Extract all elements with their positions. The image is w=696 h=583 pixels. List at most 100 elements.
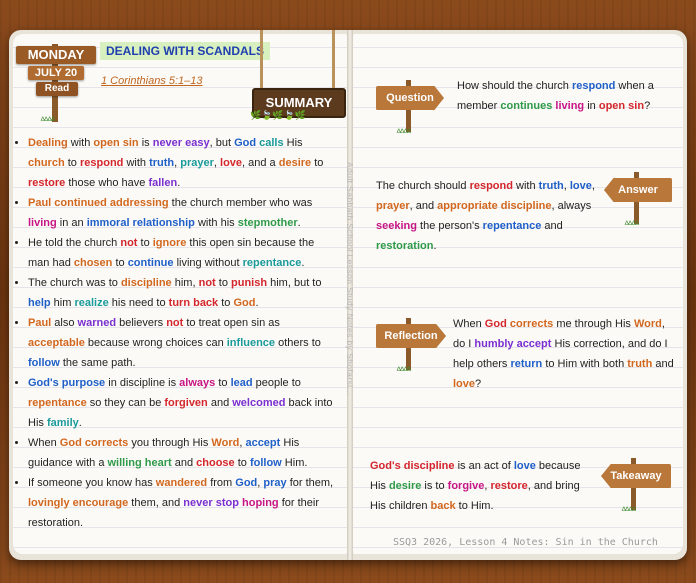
text-run: How should the church xyxy=(457,80,572,92)
text-run: the same path. xyxy=(59,357,136,369)
scripture-reference[interactable]: 1 Corinthians 5:1–13 xyxy=(101,75,203,87)
question-label: Question xyxy=(376,86,444,110)
text-run: The church was to xyxy=(28,277,121,289)
text-run: to Him. xyxy=(455,500,494,512)
highlighted-word: God corrects xyxy=(59,437,129,449)
text-run: for them, xyxy=(286,477,334,489)
highlighted-word: corrects xyxy=(509,318,554,330)
highlighted-word: Word xyxy=(211,437,240,449)
highlighted-word: Dealing xyxy=(28,137,68,149)
highlighted-word: restoration xyxy=(376,240,434,252)
highlighted-word: repentance xyxy=(482,220,542,232)
text-run: . xyxy=(255,297,259,309)
text-run: them, and xyxy=(128,497,184,509)
text-run: believers xyxy=(116,317,167,329)
highlighted-word: open sin xyxy=(598,100,645,112)
highlighted-word: forgive xyxy=(447,480,485,492)
highlighted-word: calls xyxy=(259,137,284,149)
vertical-credit: Adult Sabbath School Lesson Study Notes … xyxy=(345,162,355,396)
day-label: MONDAY xyxy=(16,46,96,64)
highlighted-word: welcomed xyxy=(232,397,286,409)
read-label: Read xyxy=(36,82,78,96)
highlighted-word: truth xyxy=(538,180,564,192)
highlighted-word: appropriate discipline xyxy=(437,200,552,212)
text-run: to xyxy=(112,257,128,269)
text-run: living without xyxy=(173,257,243,269)
highlighted-word: continued addressing xyxy=(54,197,169,209)
summary-sign: SUMMARY 🌿🍃🌿🍃🌿 xyxy=(250,30,346,130)
text-run: with xyxy=(67,137,94,149)
takeaway-sign: Takeaway ᐞᐞᐞᐞ xyxy=(601,458,673,518)
highlighted-word: not xyxy=(166,317,184,329)
highlighted-word: living xyxy=(28,217,57,229)
text-run: because wrong choices can xyxy=(84,337,227,349)
text-run: his need to xyxy=(108,297,169,309)
highlighted-word: warned xyxy=(77,317,117,329)
highlighted-word: prayer xyxy=(376,200,410,212)
answer-label: Answer xyxy=(604,178,672,202)
reflection-sign: Reflection ᐞᐞᐞᐞ xyxy=(376,318,448,378)
highlighted-word: never easy xyxy=(152,137,210,149)
reflection-text: When God corrects me through His Word, d… xyxy=(453,314,675,394)
text-run: from xyxy=(207,477,236,489)
highlighted-word: forgiven xyxy=(164,397,208,409)
text-run: him, but to xyxy=(267,277,322,289)
summary-bullet: God's purpose in discipline is always to… xyxy=(28,373,336,433)
text-run: , xyxy=(591,180,595,192)
rope-right xyxy=(332,30,335,90)
highlighted-word: back xyxy=(430,500,456,512)
text-run: is an act of xyxy=(454,460,514,472)
bullet-list: Dealing with open sin is never easy, but… xyxy=(18,133,336,533)
highlighted-word: realize xyxy=(74,297,109,309)
highlighted-word: ignore xyxy=(152,237,187,249)
grass-icon: ᐞᐞᐞᐞ xyxy=(624,220,640,231)
text-run: If someone you know has xyxy=(28,477,156,489)
text-run: . xyxy=(177,177,181,189)
highlighted-word: restore xyxy=(28,177,66,189)
text-run: with xyxy=(512,180,539,192)
highlighted-word: repentance xyxy=(242,257,302,269)
highlighted-word: desire xyxy=(388,480,422,492)
takeaway-label: Takeaway xyxy=(601,464,671,488)
highlighted-word: accept xyxy=(245,437,281,449)
highlighted-word: seeking xyxy=(376,220,417,232)
summary-bullet: The church was to discipline him, not to… xyxy=(28,273,336,313)
highlighted-word: return xyxy=(510,358,543,370)
highlighted-word: always xyxy=(179,377,216,389)
highlighted-word: Word xyxy=(633,318,662,330)
highlighted-word: living xyxy=(555,100,585,112)
answer-sign: Answer ᐞᐞᐞᐞ xyxy=(604,172,676,232)
text-run: , and a xyxy=(242,157,279,169)
highlighted-word: family xyxy=(46,417,79,429)
text-run: . xyxy=(433,240,437,252)
highlighted-word: open sin xyxy=(93,137,139,149)
summary-bullets: Dealing with open sin is never easy, but… xyxy=(18,133,336,533)
highlighted-word: God's purpose xyxy=(28,377,106,389)
text-run: Him. xyxy=(281,457,308,469)
text-run: When xyxy=(453,318,485,330)
highlighted-word: God's discipline xyxy=(370,460,455,472)
text-run: and xyxy=(652,358,674,370)
text-run: also xyxy=(51,317,78,329)
highlighted-word: help xyxy=(28,297,51,309)
text-run: , but xyxy=(209,137,235,149)
takeaway-text: God's discipline is an act of love becau… xyxy=(370,456,598,516)
text-run: me through His xyxy=(553,318,634,330)
highlighted-word: not xyxy=(198,277,216,289)
text-run: with his xyxy=(194,217,238,229)
highlighted-word: restore xyxy=(490,480,528,492)
text-run: in an xyxy=(56,217,87,229)
text-run: you through His xyxy=(128,437,212,449)
highlighted-word: Paul xyxy=(28,317,52,329)
grass-icon: ᐞᐞᐞᐞ xyxy=(40,116,56,127)
summary-bullet: Dealing with open sin is never easy, but… xyxy=(28,133,336,193)
text-run: so they can be xyxy=(86,397,165,409)
highlighted-word: influence xyxy=(226,337,276,349)
highlighted-word: hoping xyxy=(242,497,279,509)
rope-left xyxy=(260,30,263,90)
highlighted-word: turn back xyxy=(168,297,219,309)
highlighted-word: fallen xyxy=(148,177,178,189)
highlighted-word: God xyxy=(235,477,258,489)
lesson-title: DEALING WITH SCANDALS xyxy=(100,42,270,60)
text-run: to xyxy=(137,237,153,249)
